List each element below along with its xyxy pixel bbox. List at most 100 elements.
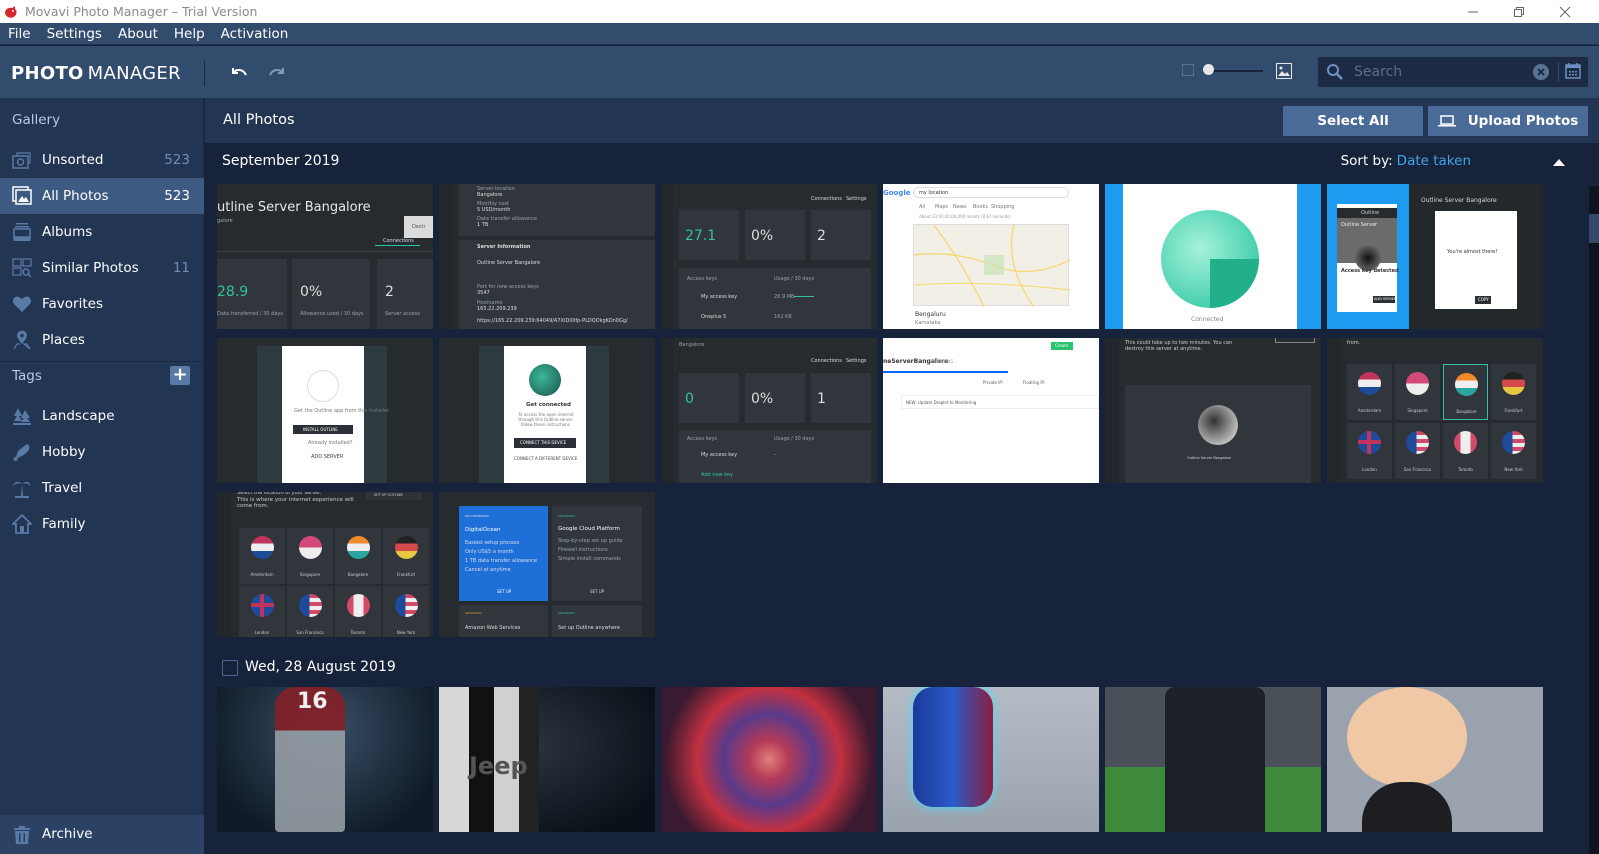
sidebar-item-all-photos[interactable]: All Photos 523 [0,178,204,214]
photo-thumbnail[interactable] [883,687,1099,832]
photo-thumbnail[interactable] [661,687,877,832]
sort-direction-ascending-icon[interactable] [1553,159,1565,166]
city-card: Bangalore [335,528,381,584]
photo-thumbnail[interactable]: Connections Settings 27.1 0% 2 Access ke… [661,184,877,329]
restore-button[interactable] [1496,0,1542,23]
sidebar-tag-family[interactable]: Family [0,506,204,542]
upload-photos-label: Upload Photos [1467,113,1579,129]
large-thumbnail-icon[interactable] [1276,63,1292,79]
city-card: Singapore [287,528,333,584]
photo-thumbnail[interactable]: This could take up to two minutes. You c… [1105,338,1321,483]
city-label: Toronto [350,629,366,635]
vertical-scrollbar[interactable] [1589,186,1599,854]
sidebar-item-unsorted[interactable]: Unsorted 523 [0,142,204,178]
photo-thumbnail[interactable]: Connected [1105,184,1321,329]
photo-thumbnail[interactable] [1327,687,1543,832]
flag-icon [1502,371,1525,395]
sidebar-tag-hobby[interactable]: Hobby [0,434,204,470]
upload-photos-button[interactable]: Upload Photos [1428,106,1588,136]
redo-icon [269,68,284,76]
thumb-card: Outline Server Bangalore [1125,385,1311,483]
menu-about[interactable]: About [110,26,166,42]
gallery-heading: Gallery [12,112,61,128]
photo-thumbnail[interactable]: Server location Bangalore Monthly cost 5… [439,184,655,329]
close-button[interactable] [1542,0,1588,23]
flag-icon [1406,371,1429,395]
add-tag-button[interactable]: + [170,366,190,385]
menu-file[interactable]: File [0,26,39,42]
photo-thumbnail[interactable]: Google my location All Maps News Books S… [883,184,1099,329]
photo-thumbnail[interactable]: from. Amsterdam Singapore Bangalore Frankfu… [1327,338,1543,483]
city-label: Bangalore [1456,408,1477,414]
window-titlebar: Movavi Photo Manager – Trial Version [0,0,1599,23]
photo-thumbnail[interactable]: RECOMMENDED DigitalOcean Easiest setup p… [439,492,655,637]
thumb-card: Server location Bangalore Monthly cost 5… [459,184,655,236]
city-label: Amsterdam [250,571,274,577]
thumb-dialog: Outline Outline Server Access key detect… [1337,204,1399,312]
scrollbar-thumb[interactable] [1589,214,1599,243]
thumbnail-size-slider[interactable] [1208,70,1263,72]
sidebar-tag-travel[interactable]: Travel [0,470,204,506]
minimize-button[interactable] [1450,0,1496,23]
calendar-icon[interactable] [1565,62,1581,80]
redo-button[interactable] [264,60,290,86]
city-label: Frankfurt [396,571,416,577]
clear-search-button[interactable] [1533,64,1549,80]
photo-thumbnail[interactable]: Get the Outline app from this installer.… [217,338,433,483]
thumb-dialog: Get connected To access the open interne… [504,346,586,483]
sidebar-item-places[interactable]: Places [0,322,204,358]
thumbnail-size-slider-knob[interactable] [1203,64,1214,75]
city-label: Amsterdam [1357,407,1382,413]
flag-icon [346,535,370,559]
photo-thumbnail[interactable]: 16 [217,687,433,832]
group-heading-28-august-2019: Wed, 28 August 2019 [245,659,396,675]
sidebar: Gallery Unsorted 523 All Photos 523 Albu… [0,98,204,854]
gallery-toolbar: All Photos Select All Upload Photos [205,98,1599,143]
photo-thumbnail[interactable]: Create neServerBangalore CREATING Floati… [883,338,1099,483]
thumb-manager: Outline Server Bangalore You're almost t… [1409,184,1543,329]
photo-thumbnail[interactable] [1105,687,1321,832]
city-card: Singapore [1395,364,1440,420]
photo-thumbnail[interactable]: Bangalore Connections Settings 0 0% 1 Ac… [661,338,877,483]
select-group-checkbox[interactable] [222,660,238,676]
laptop-icon [1437,115,1456,127]
select-all-button[interactable]: Select All [1283,106,1423,136]
photos-icon [12,186,32,205]
search-input[interactable] [1354,62,1534,82]
flag-icon [1358,430,1381,454]
undo-icon [232,68,247,76]
thumb-searchbar: my location [913,187,1069,198]
sidebar-item-similar-photos[interactable]: Similar Photos 11 [0,250,204,286]
similar-photos-icon [12,258,32,278]
sidebar-item-albums[interactable]: Albums [0,214,204,250]
city-label: London [1362,466,1377,472]
thumb-card: 28.9 Data transferred / 30 days [217,259,287,329]
sidebar-tag-landscape[interactable]: Landscape [0,398,204,434]
photo-gallery: All Photos Select All Upload Photos Sept… [205,98,1599,854]
city-label: Bangalore [347,571,369,577]
thumb-card: 2 Server access [377,259,433,329]
thumb-card: 0% [745,373,805,423]
movavi-logo-icon [5,5,17,18]
photo-thumbnail[interactable]: Get connected To access the open interne… [439,338,655,483]
city-card: Toronto [335,586,381,637]
city-card: Bangalore [1443,364,1488,420]
photo-thumbnail[interactable]: Outline Server Bangalore You're almost t… [1327,184,1543,329]
image-icon [1278,66,1290,76]
photo-thumbnail[interactable]: Jeep [439,687,655,832]
menu-help[interactable]: Help [166,26,213,42]
sidebar-item-favorites[interactable]: Favorites [0,286,204,322]
sort-dropdown[interactable]: Date taken [1397,153,1471,169]
sidebar-item-archive[interactable]: Archive [0,815,204,854]
city-card: Frankfurt [383,528,429,584]
menu-activation[interactable]: Activation [213,26,297,42]
small-thumbnail-icon[interactable] [1182,64,1194,76]
thumb-map [913,224,1071,308]
thumb-popup: Destr [404,216,433,238]
menu-settings[interactable]: Settings [39,26,110,42]
photo-thumbnail[interactable]: Select the location of your server. This… [217,492,433,637]
photo-thumbnail[interactable]: utline Server Bangalore galore Destr Con… [217,184,433,329]
undo-button[interactable] [226,60,252,86]
sidebar-item-label: Favorites [42,296,103,312]
flag-icon [346,593,370,617]
